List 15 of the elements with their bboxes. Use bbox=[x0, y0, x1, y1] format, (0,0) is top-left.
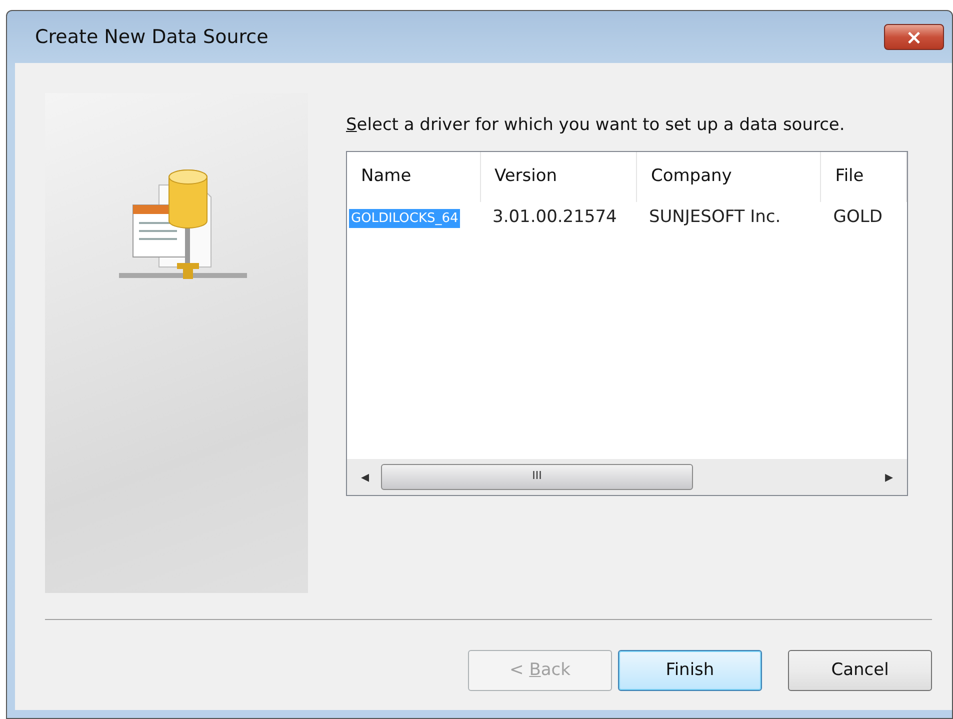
table-cell: SUNJESOFT Inc. bbox=[648, 206, 781, 227]
table-cell: GOLD bbox=[833, 206, 882, 227]
grip-icon: III bbox=[532, 468, 542, 485]
scroll-thumb[interactable]: III bbox=[381, 464, 693, 490]
column-header[interactable]: Version bbox=[480, 152, 637, 202]
default-dialog-button[interactable]: Finish bbox=[618, 650, 762, 691]
close-button[interactable]: × bbox=[884, 24, 944, 50]
dialog-button[interactable]: Cancel bbox=[788, 650, 932, 691]
horizontal-scrollbar[interactable]: ◂ III ▸ bbox=[347, 458, 907, 494]
window-title: Create New Data Source bbox=[35, 24, 268, 50]
scroll-left-button[interactable]: ◂ bbox=[355, 464, 375, 488]
driver-list[interactable]: Name Version Company File GOLDILOCKS_64 3.01.00.21574 SUNJESOFT Inc. GOLD ◂ III ▸ bbox=[346, 150, 908, 496]
instruction-text: Select a driver for which you want to set up a data source. bbox=[346, 114, 846, 137]
scroll-right-button[interactable]: ▸ bbox=[879, 464, 899, 488]
table-cell: 3.01.00.21574 bbox=[492, 206, 617, 227]
